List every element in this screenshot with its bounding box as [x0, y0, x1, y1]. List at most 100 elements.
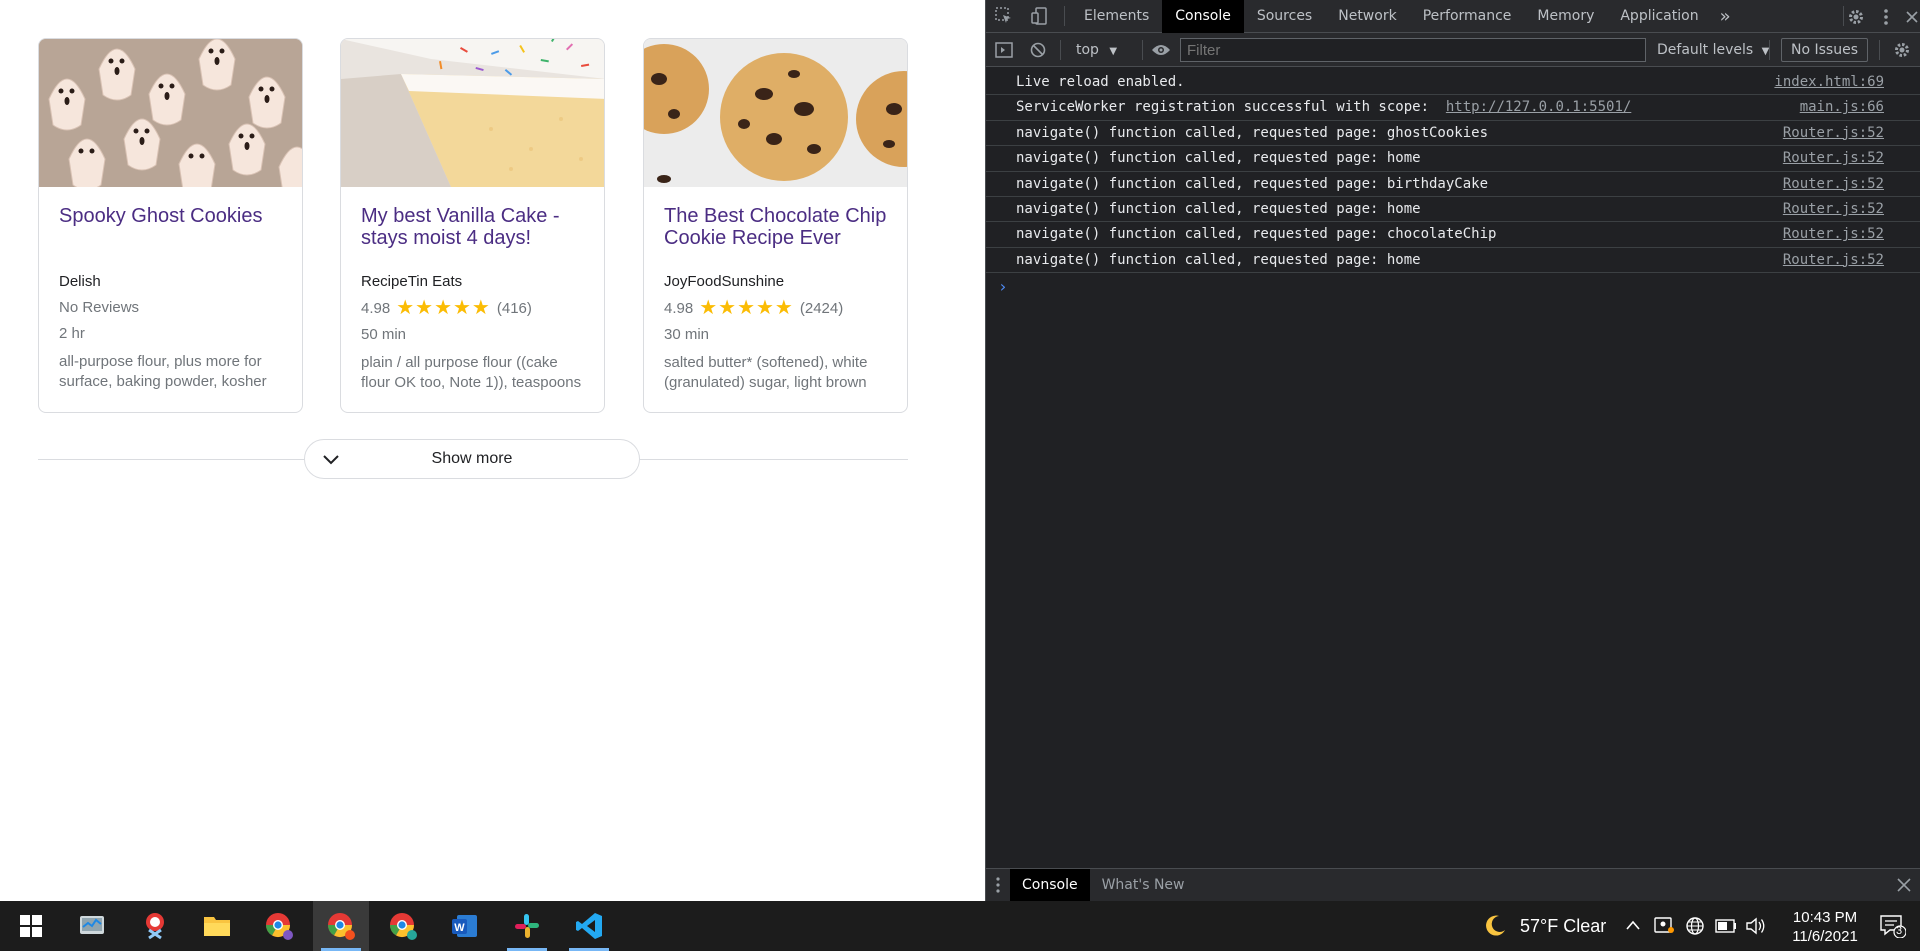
rating-text: No Reviews [59, 299, 140, 316]
context-selector[interactable]: top ▼ [1076, 33, 1117, 67]
recipe-rating: No Reviews [59, 299, 282, 316]
scope-url-link[interactable]: http://127.0.0.1:5501/ [1446, 99, 1631, 115]
devtools-tab-bar: Elements Console Sources Network Perform… [986, 0, 1920, 33]
recipe-source: RecipeTin Eats [361, 273, 463, 290]
recipe-ingredients: salted butter* (softened), white (granul… [664, 354, 868, 391]
log-text: Live reload enabled. [1016, 74, 1185, 90]
task-manager-icon[interactable] [64, 901, 120, 951]
console-message: navigate() function called, requested pa… [986, 197, 1920, 223]
rating-text: 4.98 [361, 299, 391, 317]
log-text: navigate() function called, requested pa… [1016, 150, 1421, 167]
log-source-link[interactable]: Router.js:52 [1783, 121, 1884, 146]
chrome-profile-c-icon[interactable] [375, 901, 431, 951]
log-source-link[interactable]: Router.js:52 [1783, 146, 1884, 171]
console-message: Live reload enabled. index.html:69 [986, 70, 1920, 96]
tab-console[interactable]: Console [1162, 0, 1244, 33]
console-message: navigate() function called, requested pa… [986, 248, 1920, 274]
chevron-down-icon [323, 455, 339, 465]
star-rating-icon: ★★★★★ [699, 297, 794, 319]
log-text: navigate() function called, requested pa… [1016, 200, 1421, 217]
drawer-tab-whats-new[interactable]: What's New [1090, 869, 1197, 901]
file-explorer-icon[interactable] [189, 901, 245, 951]
sidebar-toggle-icon[interactable] [986, 33, 1022, 67]
recipe-time: 2 hr [59, 325, 85, 342]
log-source-link[interactable]: index.html:69 [1774, 70, 1884, 95]
tab-elements[interactable]: Elements [1071, 0, 1162, 33]
star-rating-icon: ★★★★★ [396, 297, 491, 319]
show-hidden-icons-chevron-icon[interactable] [1625, 918, 1641, 936]
battery-icon[interactable] [1715, 919, 1737, 938]
weather-text[interactable]: 57°F Clear [1520, 901, 1606, 951]
browser-page: Spooky Ghost Cookies Delish No Reviews 2… [0, 0, 985, 901]
show-more-button[interactable]: Show more [304, 439, 640, 479]
tab-sources[interactable]: Sources [1244, 0, 1325, 33]
dropdown-arrow-icon: ▼ [1109, 46, 1118, 57]
issues-button[interactable]: No Issues [1781, 38, 1868, 62]
snipping-tool-icon[interactable] [127, 901, 183, 951]
more-tabs-button[interactable]: » [1712, 0, 1739, 33]
ghost-cookies-image [39, 39, 302, 187]
volume-speaker-icon[interactable] [1745, 916, 1767, 941]
rating-text: 4.98 [664, 299, 694, 317]
devtools-drawer: Console What's New [986, 868, 1920, 901]
tab-network[interactable]: Network [1325, 0, 1409, 33]
tab-memory[interactable]: Memory [1524, 0, 1607, 33]
notification-count: 3 [1896, 925, 1903, 937]
chrome-profile-a-icon[interactable] [251, 901, 307, 951]
console-message: ServiceWorker registration successful wi… [986, 95, 1920, 121]
vscode-icon[interactable] [561, 901, 617, 951]
recipe-time: 30 min [664, 326, 710, 343]
recipe-card[interactable]: My best Vanilla Cake - stays moist 4 day… [340, 38, 605, 413]
slack-icon[interactable] [499, 901, 555, 951]
recipe-card[interactable]: The Best Chocolate Chip Cookie Recipe Ev… [643, 38, 908, 413]
notifications-icon[interactable]: 3 [1880, 914, 1907, 943]
recipe-rating: 4.98 ★★★★★ (2424) [664, 297, 887, 319]
log-levels-dropdown[interactable]: Default levels ▼ [1657, 33, 1769, 67]
tab-application[interactable]: Application [1607, 0, 1711, 33]
log-text: navigate() function called, requested pa… [1016, 226, 1497, 243]
log-source-link[interactable]: main.js:66 [1800, 95, 1884, 120]
log-source-link[interactable]: Router.js:52 [1783, 197, 1884, 222]
log-source-link[interactable]: Router.js:52 [1783, 222, 1884, 247]
log-text: navigate() function called, requested pa… [1016, 124, 1489, 141]
clock-date: 11/6/2021 [1792, 928, 1858, 945]
log-text: navigate() function called, requested pa… [1016, 175, 1489, 192]
console-settings-gear-icon[interactable] [1884, 33, 1920, 67]
vanilla-cake-image [341, 39, 604, 187]
console-message: navigate() function called, requested pa… [986, 146, 1920, 172]
recipe-title[interactable]: My best Vanilla Cake - stays moist 4 day… [361, 205, 584, 261]
start-windows-icon[interactable] [3, 901, 59, 951]
windows-taskbar: W 57°F Clear 10:43 PM 11/6/2021 3 [0, 901, 1920, 951]
recipe-time: 50 min [361, 326, 407, 343]
meet-now-icon[interactable] [1654, 916, 1674, 939]
microsoft-word-icon[interactable]: W [437, 901, 493, 951]
recipe-title[interactable]: The Best Chocolate Chip Cookie Recipe Ev… [664, 205, 887, 261]
log-source-link[interactable]: Router.js:52 [1783, 248, 1884, 273]
console-output: Live reload enabled. index.html:69 Servic… [986, 67, 1920, 297]
show-more-label: Show more [431, 450, 513, 467]
network-globe-icon[interactable] [1685, 916, 1705, 941]
live-expression-eye-icon[interactable] [1149, 33, 1173, 67]
drawer-tab-console[interactable]: Console [1010, 869, 1090, 901]
drawer-menu-icon[interactable] [986, 869, 1010, 901]
recipe-title[interactable]: Spooky Ghost Cookies [59, 205, 282, 261]
console-filter-input[interactable] [1180, 38, 1646, 62]
log-source-link[interactable]: Router.js:52 [1783, 172, 1884, 197]
device-toolbar-icon[interactable] [1022, 0, 1058, 33]
recipe-ingredients: plain / all purpose flour ((cake flour O… [361, 354, 582, 391]
inspect-element-icon[interactable] [986, 0, 1022, 33]
context-label: top [1076, 42, 1099, 58]
clear-console-icon[interactable] [1020, 33, 1056, 67]
svg-text:W: W [454, 922, 465, 934]
close-drawer-icon[interactable] [1897, 878, 1911, 897]
recipe-card[interactable]: Spooky Ghost Cookies Delish No Reviews 2… [38, 38, 303, 413]
close-devtools-icon[interactable] [1894, 0, 1920, 33]
chrome-active-icon[interactable] [313, 901, 369, 951]
console-prompt-input[interactable]: › [986, 277, 1920, 297]
rating-count: (2424) [799, 299, 844, 317]
system-clock[interactable]: 10:43 PM 11/6/2021 [1780, 908, 1870, 946]
recipe-source: Delish [59, 273, 101, 290]
devtools-panel: Elements Console Sources Network Perform… [985, 0, 1920, 901]
console-message: navigate() function called, requested pa… [986, 172, 1920, 197]
tab-performance[interactable]: Performance [1410, 0, 1525, 33]
